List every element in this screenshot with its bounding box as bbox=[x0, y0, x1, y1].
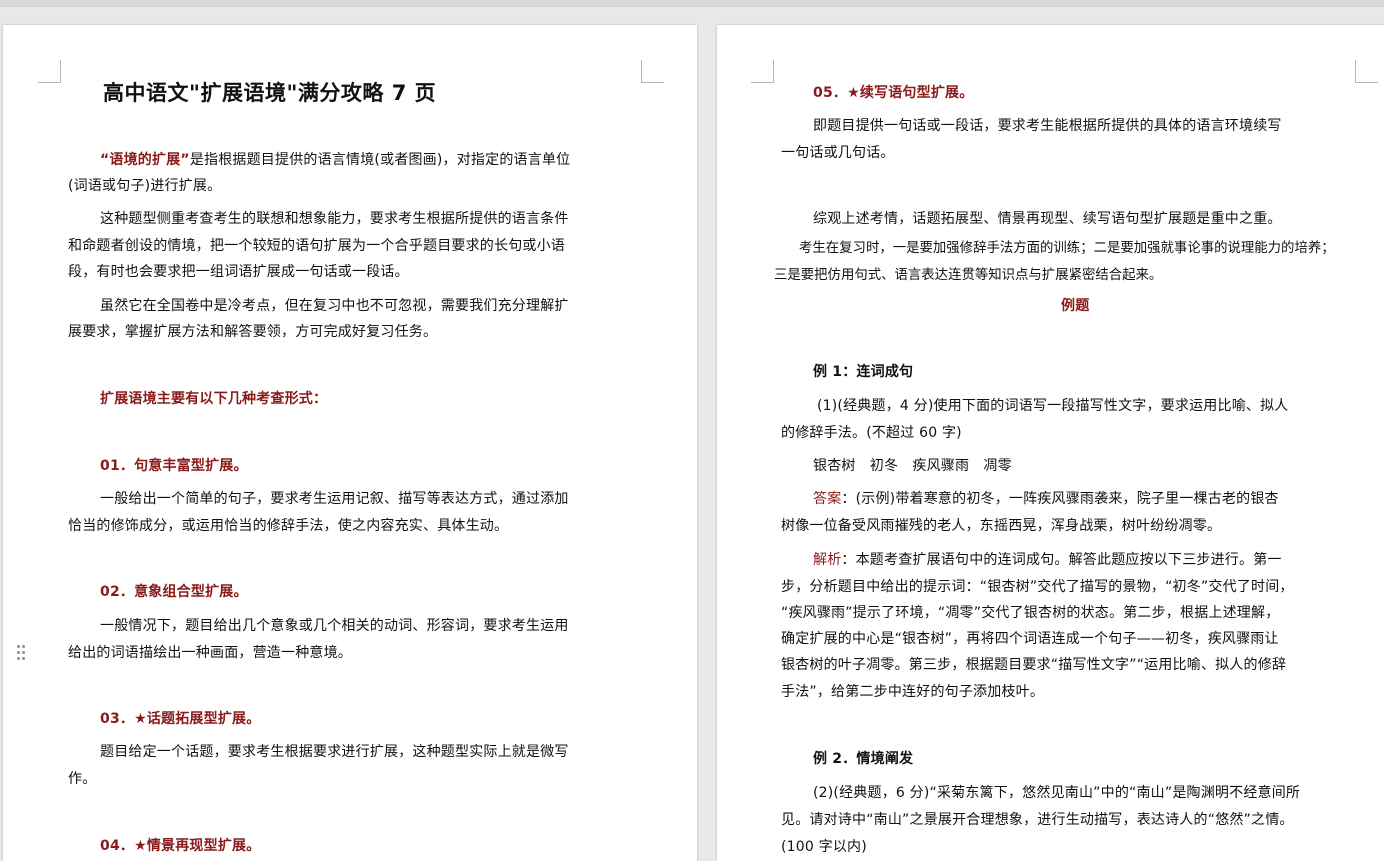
answer-label: 答案 bbox=[813, 491, 842, 507]
forms-heading: 扩展语境主要有以下几种考查形式： bbox=[100, 391, 328, 407]
example-2-question-line-3: (100 字以内) bbox=[781, 839, 867, 855]
top-toolbar-strip bbox=[0, 0, 1384, 7]
margin-corner-top-left bbox=[38, 60, 61, 83]
section-05-heading: 05．★续写语句型扩展。 bbox=[813, 85, 974, 101]
section-03-line-1: 题目给定一个话题，要求考生根据要求进行扩展，这种题型实际上就是微写 bbox=[100, 744, 569, 760]
example-2-heading: 例 2．情境阐发 bbox=[813, 751, 914, 767]
section-04-heading: 04．★情景再现型扩展。 bbox=[100, 838, 261, 854]
intro-rest: 是指根据题目提供的语言情境(或者图画)，对指定的语言单位 bbox=[189, 152, 571, 168]
example-1-question-line-1: (1)(经典题，4 分)使用下面的词语写一段描写性文字，要求运用比喻、拟人 bbox=[817, 398, 1289, 414]
section-03-line-2: 作。 bbox=[68, 771, 97, 787]
example-1-answer-line-2: 树像一位备受风雨摧残的老人，东摇西晃，浑身战栗，树叶纷纷凋零。 bbox=[781, 518, 1222, 534]
paragraph-3-line-2: 展要求，掌握扩展方法和解答要领，方可完成好复习任务。 bbox=[68, 324, 438, 340]
advice-line-1: 考生在复习时，一是要加强修辞手法方面的训练；二是要加强就事论事的说理能力的培养； bbox=[799, 241, 1335, 256]
example-2-question-line-1: (2)(经典题，6 分)“采菊东篱下，悠然见南山”中的“南山”是陶渊明不经意间所 bbox=[813, 785, 1301, 801]
document-page-1: 高中语文"扩展语境"满分攻略 7 页 “语境的扩展”是指根据题目提供的语言情境(… bbox=[3, 25, 697, 861]
advice-line-2: 三是要把仿用句式、语言表达连贯等知识点与扩展紧密结合起来。 bbox=[774, 268, 1163, 283]
examples-heading: 例题 bbox=[1061, 298, 1090, 314]
example-2-question-line-2: 见。请对诗中“南山”之景展开合理想象，进行生动描写，表达诗人的“悠然”之情。 bbox=[781, 812, 1294, 828]
example-1-analysis-line-1: 解析：本题考查扩展语句中的连词成句。解答此题应按以下三步进行。第一 bbox=[813, 547, 1282, 574]
answer-text: ：(示例)带着寒意的初冬，一阵疾风骤雨袭来，院子里一棵古老的银杏 bbox=[841, 491, 1279, 507]
margin-corner-top-right bbox=[1355, 60, 1378, 83]
document-page-2: 05．★续写语句型扩展。 即题目提供一句话或一段话，要求考生能根据所提供的具体的… bbox=[717, 25, 1384, 861]
example-1-analysis-line-6: 手法”，给第二步中连好的句子添加枝叶。 bbox=[781, 684, 1045, 700]
section-01-heading: 01．句意丰富型扩展。 bbox=[100, 458, 248, 474]
section-01-line-2: 恰当的修饰成分，或运用恰当的修辞手法，使之内容充实、具体生动。 bbox=[68, 518, 509, 534]
example-1-analysis-line-4: 确定扩展的中心是“银杏树”，再将四个词语连成一个句子——初冬，疾风骤雨让 bbox=[781, 631, 1279, 647]
analysis-label: 解析 bbox=[813, 552, 842, 568]
paragraph-2-line-2: 和命题者创设的情境，把一个较短的语句扩展为一个合乎题目要求的长句或小语 bbox=[68, 238, 565, 254]
example-1-heading: 例 1：连词成句 bbox=[813, 364, 914, 380]
paragraph-3-line-1: 虽然它在全国卷中是冷考点，但在复习中也不可忽视，需要我们充分理解扩 bbox=[100, 298, 569, 314]
section-02-line-2: 给出的词语描绘出一种画面，营造一种意境。 bbox=[68, 645, 352, 661]
intro-term: “语境的扩展” bbox=[100, 152, 190, 168]
section-05-line-2: 一句话或几句话。 bbox=[781, 145, 895, 161]
margin-corner-top-left bbox=[751, 60, 774, 83]
summary-line: 综观上述考情，话题拓展型、情景再现型、续写语句型扩展题是重中之重。 bbox=[813, 211, 1282, 227]
document-title: 高中语文"扩展语境"满分攻略 7 页 bbox=[103, 81, 437, 105]
example-1-question-line-2: 的修辞手法。(不超过 60 字) bbox=[781, 425, 962, 441]
intro-paragraph-line-2: (词语或句子)进行扩展。 bbox=[68, 178, 222, 194]
paragraph-2-line-1: 这种题型侧重考查考生的联想和想象能力，要求考生根据所提供的语言条件 bbox=[100, 211, 569, 227]
example-1-analysis-line-3: “疾风骤雨”提示了环境，“凋零”交代了银杏树的状态。第二步，根据上述理解， bbox=[781, 605, 1280, 621]
section-02-heading: 02．意象组合型扩展。 bbox=[100, 584, 248, 600]
example-1-analysis-line-2: 步，分析题目中给出的提示词：“银杏树”交代了描写的景物，“初冬”交代了时间， bbox=[781, 579, 1294, 595]
section-03-heading: 03．★话题拓展型扩展。 bbox=[100, 711, 261, 727]
section-01-line-1: 一般给出一个简单的句子，要求考生运用记叙、描写等表达方式，通过添加 bbox=[100, 491, 569, 507]
example-1-analysis-line-5: 银杏树的叶子凋零。第三步，根据题目要求“描写性文字”“运用比喻、拟人的修辞 bbox=[781, 657, 1287, 673]
section-05-line-1: 即题目提供一句话或一段话，要求考生能根据所提供的具体的语言环境续写 bbox=[813, 118, 1282, 134]
drag-handle-icon[interactable] bbox=[17, 645, 27, 661]
example-1-answer-line-1: 答案：(示例)带着寒意的初冬，一阵疾风骤雨袭来，院子里一棵古老的银杏 bbox=[813, 486, 1279, 513]
margin-corner-top-right bbox=[641, 60, 664, 83]
intro-paragraph-line-1: “语境的扩展”是指根据题目提供的语言情境(或者图画)，对指定的语言单位 bbox=[100, 147, 570, 174]
example-1-words: 银杏树 初冬 疾风骤雨 凋零 bbox=[813, 458, 1012, 474]
analysis-text: ：本题考查扩展语句中的连词成句。解答此题应按以下三步进行。第一 bbox=[841, 552, 1282, 568]
paragraph-2-line-3: 段，有时也会要求把一组词语扩展成一句话或一段话。 bbox=[68, 264, 409, 280]
section-02-line-1: 一般情况下，题目给出几个意象或几个相关的动词、形容词，要求考生运用 bbox=[100, 618, 569, 634]
